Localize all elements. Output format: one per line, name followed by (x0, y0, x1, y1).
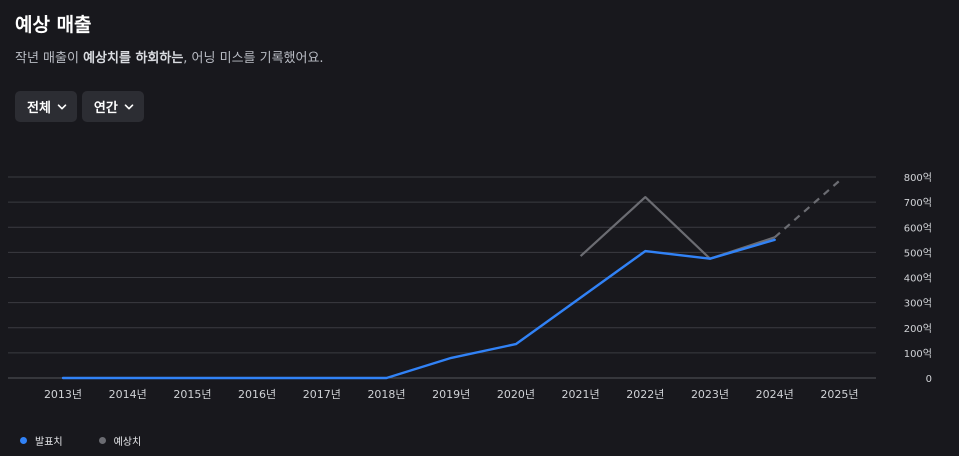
legend-item-actual[interactable]: 발표치 (20, 433, 63, 448)
y-tick-label: 800억 (904, 172, 932, 184)
x-tick-label: 2017년 (303, 388, 341, 401)
y-axis-ticks: 0 100억 200억 300억 400억 500억 600억 700억 800억 (904, 172, 932, 385)
x-axis-ticks: 2013년 2014년 2015년 2016년 2017년 2018년 2019년 2020년… (44, 388, 859, 401)
x-tick-label: 2024년 (756, 388, 794, 401)
period-dropdown[interactable]: 연간 (81, 91, 144, 122)
filter-bar: 전체 연간 (15, 91, 144, 122)
y-tick-label: 0 (926, 374, 932, 385)
chart-series (61, 179, 841, 380)
chevron-down-icon (124, 103, 134, 109)
x-tick-label: 2025년 (820, 388, 858, 401)
x-tick-label: 2023년 (691, 388, 729, 401)
x-tick-label: 2015년 (173, 388, 211, 401)
x-tick-label: 2019년 (432, 388, 470, 401)
x-tick-label: 2020년 (497, 388, 535, 401)
scope-dropdown[interactable]: 전체 (15, 91, 77, 122)
scope-dropdown-label: 전체 (27, 101, 51, 116)
x-tick-label: 2021년 (562, 388, 600, 401)
x-tick-label: 2013년 (44, 388, 82, 401)
page-subtitle: 작년 매출이 예상치를 하회하는, 어닝 미스를 기록했어요. (15, 47, 324, 66)
y-tick-label: 400억 (904, 273, 932, 285)
series-line-actual (61, 238, 776, 380)
x-tick-label: 2022년 (626, 388, 664, 401)
y-tick-label: 300억 (904, 298, 932, 310)
x-tick-label: 2016년 (238, 388, 276, 401)
legend-dot-estimate (98, 437, 106, 444)
y-tick-label: 500억 (904, 247, 932, 259)
chart-grid (8, 176, 876, 379)
subtitle-suffix: , 어닝 미스를 기록했어요. (183, 51, 324, 66)
legend-dot-actual (20, 437, 27, 444)
legend-label-actual: 발표치 (35, 437, 63, 448)
revenue-chart: 0100억200억300억400억500억600억700억800억 2013년 2… (8, 172, 932, 401)
y-tick-label: 200억 (904, 323, 932, 335)
y-tick-label: 100억 (904, 348, 932, 360)
y-tick-label: 600억 (904, 222, 932, 234)
chart-legend: 발표치 예상치 (20, 433, 141, 448)
chevron-down-icon (57, 103, 67, 109)
page-title: 예상 매출 (15, 14, 92, 36)
series-line-estimate-projection (773, 179, 841, 239)
x-tick-label: 2014년 (109, 388, 147, 401)
x-tick-label: 2018년 (367, 388, 405, 401)
legend-item-estimate[interactable]: 예상치 (98, 433, 142, 448)
legend-label-estimate: 예상치 (113, 437, 142, 448)
period-dropdown-label: 연간 (93, 101, 118, 116)
subtitle-highlight: 예상치를 하회하는 (83, 51, 184, 66)
subtitle-prefix: 작년 매출이 (15, 51, 84, 66)
y-tick-label: 700억 (904, 197, 932, 209)
